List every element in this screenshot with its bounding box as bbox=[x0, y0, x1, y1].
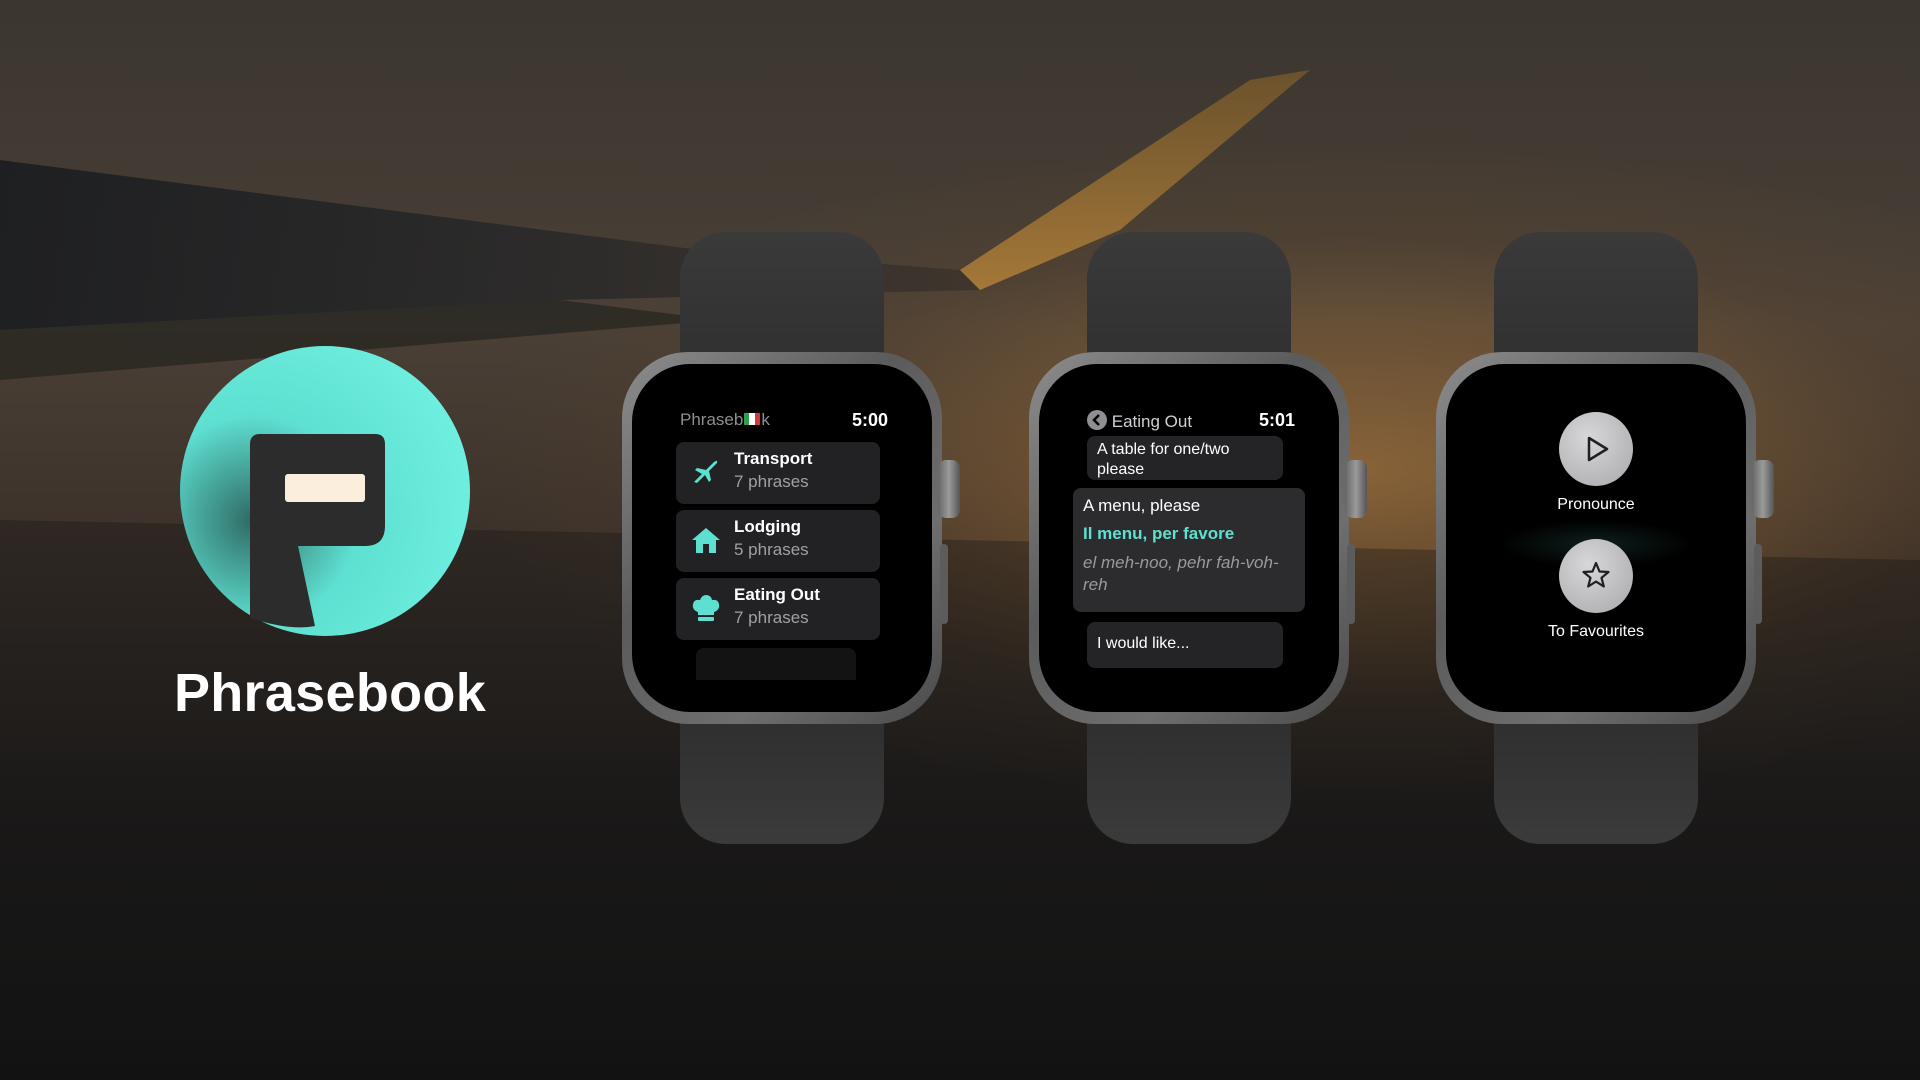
category-count: 7 phrases bbox=[734, 472, 809, 491]
side-button[interactable] bbox=[1347, 544, 1355, 624]
app-title: Phrasebook bbox=[173, 663, 487, 723]
category-name: Lodging bbox=[734, 517, 802, 536]
pronounce-label: Pronounce bbox=[1557, 496, 1635, 513]
phrase-next[interactable]: I would like... bbox=[1087, 622, 1283, 668]
digital-crown[interactable] bbox=[1345, 460, 1367, 518]
favourites-label: To Favourites bbox=[1547, 623, 1645, 640]
house-icon bbox=[692, 528, 720, 553]
category-lodging[interactable]: Lodging 5 phrases bbox=[676, 510, 880, 572]
favourites-button[interactable] bbox=[1559, 539, 1633, 613]
phrase-current[interactable]: A menu, please Il menu, per favore el me… bbox=[1073, 488, 1305, 612]
clock-time: 5:00 bbox=[851, 410, 888, 430]
chevron-left-icon bbox=[1087, 410, 1107, 430]
play-icon bbox=[1587, 436, 1609, 462]
watch-phrases: Eating Out 5:01 A table for one/two plea… bbox=[1029, 232, 1367, 844]
watch-categories: Phraseb k 5:00 Transport 7 phrases Lodgin… bbox=[622, 232, 960, 844]
category-next-partial[interactable] bbox=[696, 648, 856, 680]
pronounce-button[interactable] bbox=[1559, 412, 1633, 486]
italian-flag-icon bbox=[744, 413, 761, 425]
digital-crown[interactable] bbox=[938, 460, 960, 518]
app-logo bbox=[180, 346, 470, 636]
side-button[interactable] bbox=[940, 544, 948, 624]
category-transport[interactable]: Transport 7 phrases bbox=[676, 442, 880, 504]
back-button[interactable]: Eating Out bbox=[1087, 410, 1192, 432]
category-name: Eating Out bbox=[734, 585, 820, 604]
phrase-previous[interactable]: A table for one/two please bbox=[1087, 436, 1283, 480]
favourites-action[interactable]: To Favourites bbox=[1480, 539, 1712, 641]
category-count: 5 phrases bbox=[734, 540, 809, 559]
pronounce-action[interactable]: Pronounce bbox=[1480, 412, 1712, 514]
airplane-icon bbox=[694, 460, 718, 483]
status-bar: Phraseb k 5:00 bbox=[680, 410, 888, 432]
category-eating-out[interactable]: Eating Out 7 phrases bbox=[676, 578, 880, 640]
side-button[interactable] bbox=[1754, 544, 1762, 624]
clock-time: 5:01 bbox=[1258, 410, 1295, 430]
category-name: Transport bbox=[734, 449, 813, 468]
phrase-pronunciation: el meh-noo, pehr fah-voh-reh bbox=[1083, 553, 1279, 594]
watch-screen: Pronounce To Favourites bbox=[1480, 398, 1712, 680]
watch-screen: Phraseb k 5:00 Transport 7 phrases Lodgin… bbox=[666, 398, 898, 680]
back-title: Eating Out bbox=[1111, 412, 1193, 431]
chat-bubble-icon bbox=[180, 346, 470, 636]
star-icon bbox=[1582, 561, 1610, 588]
phrase-english: A menu, please bbox=[1083, 496, 1201, 515]
chef-hat-icon bbox=[692, 595, 720, 621]
digital-crown[interactable] bbox=[1752, 460, 1774, 518]
watch-actions: Pronounce To Favourites bbox=[1436, 232, 1774, 844]
status-bar: Eating Out 5:01 bbox=[1087, 410, 1295, 432]
screen-title: Phraseb k bbox=[680, 410, 770, 429]
category-count: 7 phrases bbox=[734, 608, 809, 627]
watch-screen: Eating Out 5:01 A table for one/two plea… bbox=[1073, 398, 1305, 680]
phrase-italian: Il menu, per favore bbox=[1083, 524, 1235, 543]
